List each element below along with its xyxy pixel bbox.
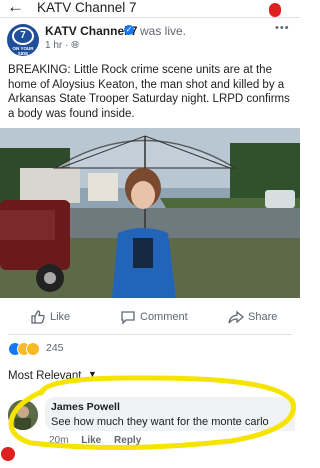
sad-reaction-icon	[26, 342, 40, 356]
notification-dot	[269, 3, 281, 17]
highlight-annotation	[8, 375, 296, 451]
post-header: 7 ON YOUR SIDE KATV Channel 7 ✓ was live…	[0, 22, 300, 58]
post-time[interactable]: 1 hr	[45, 40, 62, 51]
page-title: KATV Channel 7	[37, 0, 137, 15]
post-video-thumbnail[interactable]	[0, 128, 300, 298]
top-bar: ← KATV Channel 7	[0, 0, 300, 18]
page-avatar[interactable]: 7 ON YOUR SIDE	[7, 24, 39, 56]
comment-label: Comment	[140, 311, 188, 323]
avatar-number: 7	[20, 30, 26, 41]
globe-icon: 🌐︎	[71, 40, 80, 51]
post-text: BREAKING: Little Rock crime scene units …	[8, 64, 290, 120]
post-status: was live.	[140, 24, 187, 38]
comment-icon	[121, 311, 135, 325]
back-arrow-icon[interactable]: ←	[7, 0, 24, 17]
post-actions: Like Comment Share	[0, 305, 300, 331]
notification-dot	[1, 447, 15, 461]
more-options-icon[interactable]: •••	[275, 22, 290, 34]
post-meta: 1 hr · 🌐︎	[45, 40, 79, 51]
share-label: Share	[248, 311, 278, 323]
thumbs-up-icon	[31, 310, 45, 324]
divider	[8, 334, 292, 335]
share-icon	[228, 310, 244, 324]
verified-icon: ✓	[124, 25, 134, 35]
reaction-count: 245	[46, 342, 64, 354]
like-label: Like	[50, 311, 71, 323]
avatar-text: ON YOUR SIDE	[12, 46, 34, 56]
